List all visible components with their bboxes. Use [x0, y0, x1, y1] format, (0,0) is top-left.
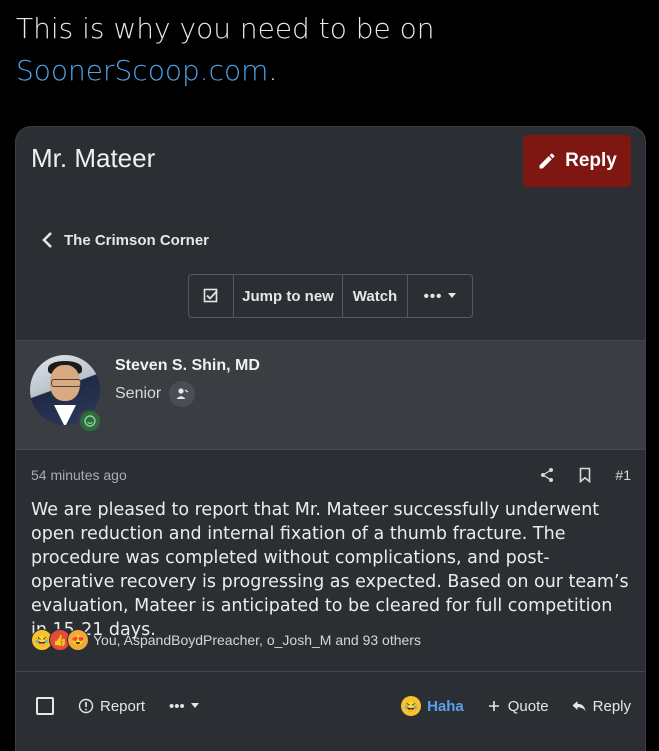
post-number[interactable]: #1	[615, 467, 631, 483]
more-dots-icon: •••	[423, 287, 443, 305]
thread-title: Mr. Mateer	[31, 143, 156, 173]
sooner-scoop-link[interactable]: SoonerScoop.com	[16, 54, 268, 87]
warning-circle-icon	[78, 698, 94, 714]
post-time[interactable]: 54 minutes ago	[31, 467, 539, 483]
author-role: Senior	[115, 381, 196, 407]
share-icon[interactable]	[539, 467, 555, 483]
post-reply-button[interactable]: Reply	[571, 698, 631, 715]
tweet-text-before: This is why you need to be on	[16, 12, 435, 45]
more-options-button[interactable]: •••	[408, 275, 472, 317]
pencil-icon	[539, 153, 555, 169]
author-role-label: Senior	[115, 385, 162, 402]
haha-reaction-button[interactable]: 😂 Haha	[401, 696, 464, 716]
report-button[interactable]: Report	[78, 698, 145, 715]
post-meta: 54 minutes ago #1	[31, 463, 631, 487]
plus-icon	[488, 701, 499, 711]
post-author-section: Steven S. Shin, MD Senior	[16, 340, 645, 450]
post-actions: Report ••• 😂 Haha Quote Reply	[31, 693, 631, 719]
laughing-emoji-icon: 😂	[401, 696, 422, 716]
online-status-icon	[78, 409, 102, 433]
report-label: Report	[100, 697, 146, 715]
select-post-checkbox[interactable]	[36, 697, 54, 715]
reactions-summary[interactable]: 😂 👍 😍 You, AspandBoydPreacher, o_Josh_M …	[31, 629, 421, 651]
heart-eyes-emoji-icon: 😍	[67, 629, 89, 651]
reply-arrow-icon	[572, 701, 586, 711]
tweet-text: This is why you need to be on SoonerScoo…	[16, 8, 636, 92]
quote-label: Quote	[507, 697, 549, 715]
reply-button-label: Reply	[565, 150, 617, 171]
author-name[interactable]: Steven S. Shin, MD	[115, 357, 260, 375]
checkbox-check-icon	[203, 288, 218, 303]
tweet-text-after: .	[268, 54, 278, 87]
haha-label: Haha	[427, 697, 464, 715]
breadcrumb-label: The Crimson Corner	[64, 231, 210, 249]
breadcrumb[interactable]: The Crimson Corner	[40, 231, 209, 249]
post-body: We are pleased to report that Mr. Mateer…	[31, 500, 629, 640]
caret-down-icon	[448, 293, 457, 298]
post-more-button[interactable]: •••	[169, 698, 199, 715]
caret-down-icon	[190, 703, 199, 708]
divider	[16, 671, 645, 672]
reply-button[interactable]: Reply	[523, 135, 631, 187]
watch-button[interactable]: Watch	[343, 275, 408, 317]
bookmark-icon[interactable]	[577, 467, 593, 483]
thread-toolbar: Jump to new Watch •••	[188, 274, 473, 318]
user-badge-icon	[169, 381, 196, 407]
quote-button[interactable]: Quote	[486, 698, 549, 715]
reply-label: Reply	[592, 697, 631, 715]
jump-to-new-button[interactable]: Jump to new	[234, 275, 343, 317]
chevron-left-icon	[42, 232, 52, 248]
forum-screenshot-card: Mr. Mateer Reply The Crimson Corner Jump…	[15, 126, 646, 751]
select-posts-button[interactable]	[189, 275, 234, 317]
more-dots-icon: •••	[169, 697, 185, 715]
reaction-emojis: 😂 👍 😍	[31, 629, 89, 651]
reactions-text: You, AspandBoydPreacher, o_Josh_M and 93…	[93, 632, 421, 648]
